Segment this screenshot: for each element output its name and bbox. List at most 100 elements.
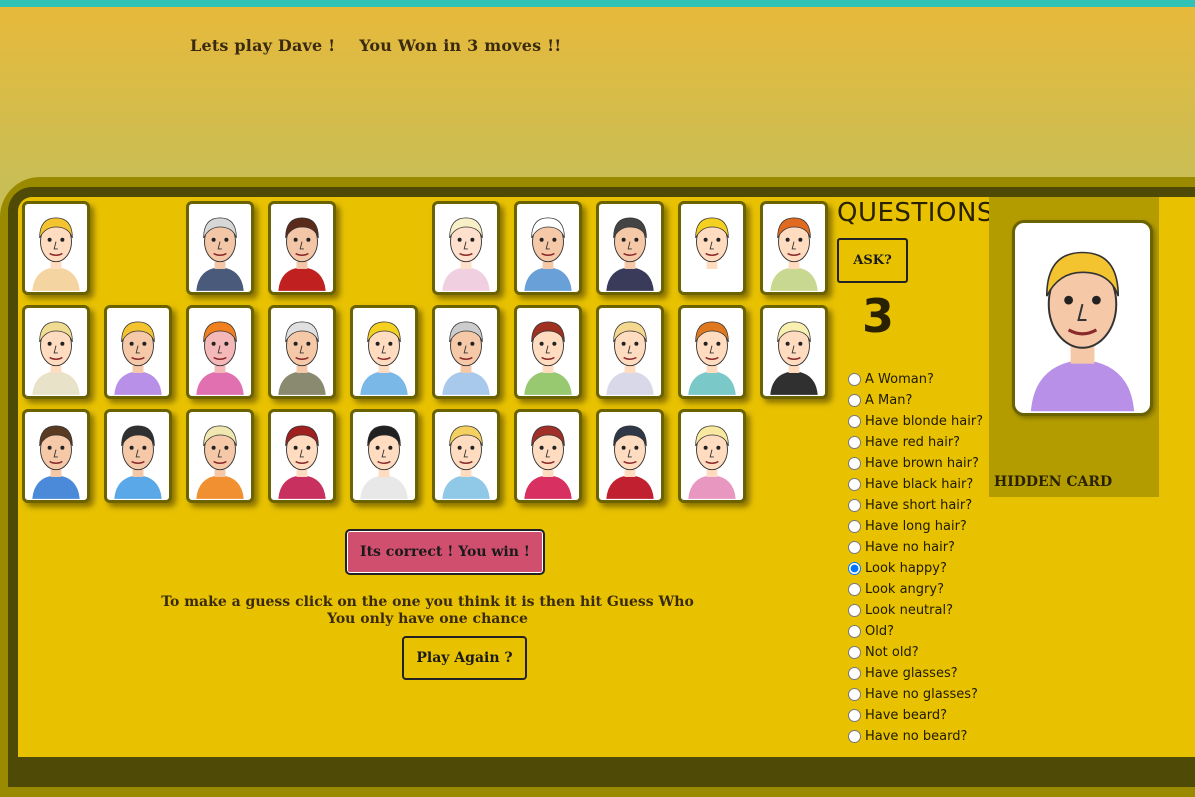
question-radio[interactable]: [848, 499, 861, 512]
question-radio[interactable]: [848, 457, 861, 470]
question-radio[interactable]: [848, 730, 861, 743]
question-radio[interactable]: [848, 520, 861, 533]
question-radio[interactable]: [848, 394, 861, 407]
question-option[interactable]: A Woman?: [846, 369, 983, 390]
card-3[interactable]: [268, 201, 336, 295]
question-option[interactable]: Have blonde hair?: [846, 411, 983, 432]
question-option[interactable]: Not old?: [846, 642, 983, 663]
question-radio[interactable]: [848, 688, 861, 701]
card-14[interactable]: [432, 305, 500, 399]
card-21[interactable]: [186, 409, 254, 503]
character-portrait: [524, 321, 572, 395]
question-label: Old?: [865, 624, 894, 639]
card-15[interactable]: [514, 305, 582, 399]
question-label: A Man?: [865, 393, 913, 408]
character-portrait: [360, 425, 408, 499]
question-option[interactable]: Have red hair?: [846, 432, 983, 453]
card-20[interactable]: [104, 409, 172, 503]
character-portrait: [688, 217, 736, 291]
card-5[interactable]: [514, 201, 582, 295]
card-2[interactable]: [186, 201, 254, 295]
card-8[interactable]: [760, 201, 828, 295]
question-label: Have brown hair?: [865, 456, 979, 471]
card-25[interactable]: [514, 409, 582, 503]
card-4[interactable]: [432, 201, 500, 295]
question-label: Look angry?: [865, 582, 944, 597]
card-9[interactable]: [22, 305, 90, 399]
card-17[interactable]: [678, 305, 746, 399]
character-portrait: [688, 321, 736, 395]
character-portrait: [524, 217, 572, 291]
card-13[interactable]: [350, 305, 418, 399]
card-26[interactable]: [596, 409, 664, 503]
question-option[interactable]: Old?: [846, 621, 983, 642]
question-radio[interactable]: [848, 667, 861, 680]
character-portrait: [32, 321, 80, 395]
card-27[interactable]: [678, 409, 746, 503]
question-radio[interactable]: [848, 541, 861, 554]
card-12[interactable]: [268, 305, 336, 399]
card-24[interactable]: [432, 409, 500, 503]
guess-who-button[interactable]: Its correct ! You win !: [345, 529, 545, 575]
play-again-button[interactable]: Play Again ?: [402, 636, 527, 680]
character-portrait: [278, 321, 326, 395]
question-label: Have black hair?: [865, 477, 974, 492]
character-portrait: [688, 425, 736, 499]
card-7[interactable]: [678, 201, 746, 295]
character-portrait: [770, 217, 818, 291]
card-6[interactable]: [596, 201, 664, 295]
question-radio[interactable]: [848, 583, 861, 596]
character-portrait: [606, 321, 654, 395]
character-portrait: [606, 217, 654, 291]
question-label: Have red hair?: [865, 435, 961, 450]
question-radio[interactable]: [848, 415, 861, 428]
question-option[interactable]: Look angry?: [846, 579, 983, 600]
move-counter: 3: [862, 289, 895, 343]
question-option[interactable]: Look happy?: [846, 558, 983, 579]
question-radio[interactable]: [848, 478, 861, 491]
question-label: Look neutral?: [865, 603, 953, 618]
game-status: Lets play Dave ! You Won in 3 moves !!: [190, 36, 562, 55]
character-portrait: [442, 217, 490, 291]
card-11[interactable]: [186, 305, 254, 399]
question-radio[interactable]: [848, 373, 861, 386]
question-radio[interactable]: [848, 436, 861, 449]
card-19[interactable]: [22, 409, 90, 503]
question-option[interactable]: A Man?: [846, 390, 983, 411]
hidden-character-portrait: [1030, 251, 1135, 412]
question-option[interactable]: Have long hair?: [846, 516, 983, 537]
question-option[interactable]: Have glasses?: [846, 663, 983, 684]
question-option[interactable]: Have no hair?: [846, 537, 983, 558]
character-portrait: [32, 425, 80, 499]
character-portrait: [114, 321, 162, 395]
question-radio[interactable]: [848, 604, 861, 617]
card-10[interactable]: [104, 305, 172, 399]
card-1[interactable]: [22, 201, 90, 295]
question-option[interactable]: Look neutral?: [846, 600, 983, 621]
question-label: Have no beard?: [865, 729, 968, 744]
questions-title: QUESTIONS: [837, 198, 994, 228]
question-option[interactable]: Have beard?: [846, 705, 983, 726]
character-portrait: [606, 425, 654, 499]
question-option[interactable]: Have brown hair?: [846, 453, 983, 474]
character-portrait: [196, 321, 244, 395]
character-portrait: [114, 425, 162, 499]
question-label: Have no hair?: [865, 540, 955, 555]
question-radio[interactable]: [848, 562, 861, 575]
question-radio[interactable]: [848, 646, 861, 659]
question-option[interactable]: Have black hair?: [846, 474, 983, 495]
ask-button[interactable]: ASK?: [837, 238, 908, 283]
question-option[interactable]: Have no beard?: [846, 726, 983, 747]
character-portrait: [442, 425, 490, 499]
card-22[interactable]: [268, 409, 336, 503]
question-option[interactable]: Have no glasses?: [846, 684, 983, 705]
card-16[interactable]: [596, 305, 664, 399]
card-18[interactable]: [760, 305, 828, 399]
card-23[interactable]: [350, 409, 418, 503]
question-option[interactable]: Have short hair?: [846, 495, 983, 516]
hidden-card-label: HIDDEN CARD: [994, 474, 1113, 490]
character-portrait: [442, 321, 490, 395]
question-radio[interactable]: [848, 709, 861, 722]
question-list: A Woman? A Man? Have blonde hair? Have red …: [846, 369, 983, 747]
question-radio[interactable]: [848, 625, 861, 638]
